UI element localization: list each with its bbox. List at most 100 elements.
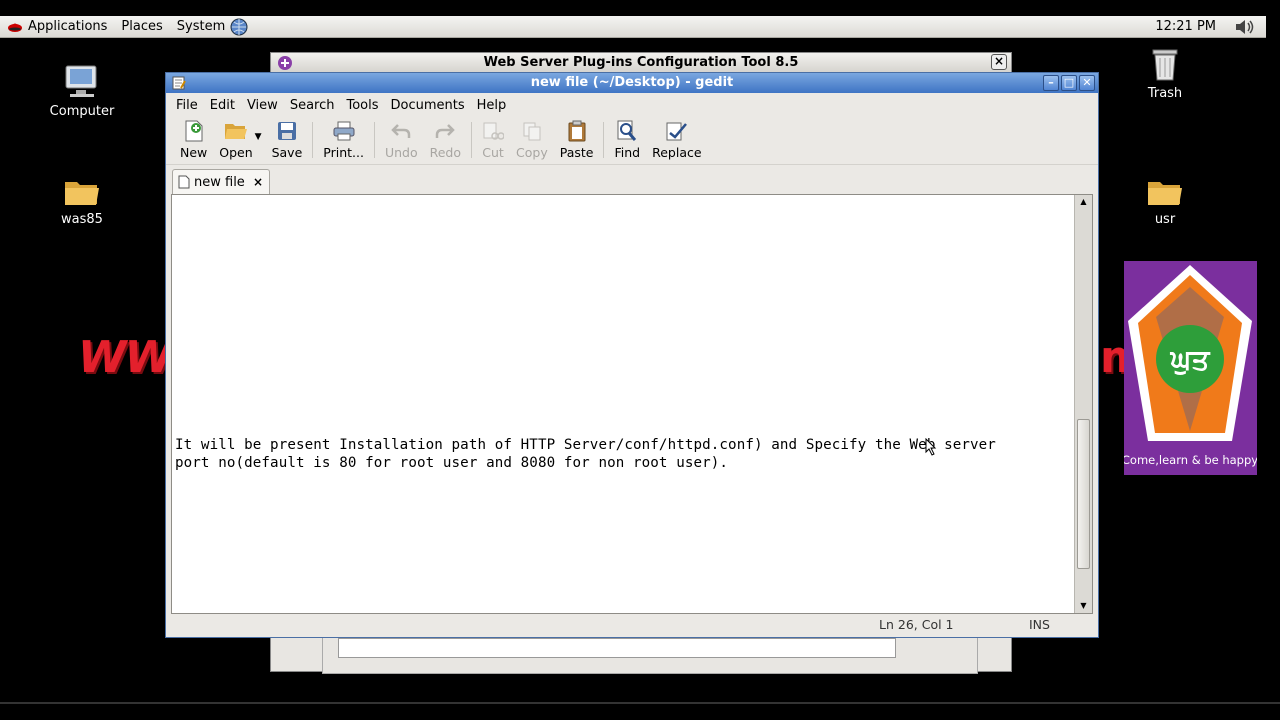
- open-button[interactable]: Open: [213, 119, 258, 160]
- menu-help[interactable]: Help: [471, 98, 513, 113]
- copy-button[interactable]: Copy: [510, 119, 554, 160]
- undo-icon: [391, 124, 411, 138]
- plugin-config-lower-panel: [322, 636, 978, 674]
- redo-button[interactable]: Redo: [424, 119, 467, 160]
- system-label: System: [176, 19, 226, 34]
- insert-mode: INS: [1029, 617, 1050, 632]
- redo-icon: [436, 124, 456, 138]
- applications-menu[interactable]: Applications: [0, 16, 114, 38]
- replace-label: Replace: [652, 145, 702, 160]
- plugin-config-close-button[interactable]: ×: [991, 54, 1007, 70]
- save-button[interactable]: Save: [266, 119, 309, 160]
- copy-icon: [523, 122, 541, 141]
- cut-label: Cut: [482, 145, 504, 160]
- desktop-icon-label: usr: [1154, 212, 1176, 227]
- print-button[interactable]: Print...: [317, 119, 370, 160]
- find-icon: [617, 120, 637, 141]
- editor-frame: It will be present Installation path of …: [171, 194, 1093, 614]
- desktop-icon-computer[interactable]: Computer: [37, 64, 127, 119]
- desktop-icon-label: Trash: [1147, 86, 1183, 101]
- open-label: Open: [219, 145, 253, 160]
- trash-icon: [1152, 49, 1178, 81]
- menu-edit[interactable]: Edit: [204, 98, 241, 113]
- tab-new-file[interactable]: new file ×: [172, 169, 270, 194]
- document-icon: [178, 175, 190, 189]
- system-menu[interactable]: System: [170, 16, 255, 38]
- gedit-icon: [172, 76, 186, 90]
- logo-letters: ਘੁਤ: [1170, 343, 1211, 376]
- plugin-config-title: Web Server Plug-ins Configuration Tool 8…: [483, 55, 799, 70]
- bottom-edge: [0, 702, 1280, 704]
- menu-file[interactable]: File: [170, 98, 204, 113]
- replace-button[interactable]: Replace: [646, 119, 707, 160]
- desktop-icon-label: Computer: [49, 104, 115, 119]
- open-recent-dropdown[interactable]: ▼: [255, 132, 262, 142]
- toolbar: New Open ▼ Save Print... Undo Redo Cut C…: [166, 117, 1098, 165]
- maximize-button[interactable]: □: [1061, 75, 1077, 91]
- desktop-icon-trash[interactable]: Trash: [1120, 46, 1210, 101]
- plugin-config-input[interactable]: [338, 638, 896, 658]
- config-tool-icon: [278, 56, 292, 70]
- folder-icon: [1148, 182, 1182, 205]
- paste-label: Paste: [559, 145, 594, 160]
- applications-label: Applications: [28, 19, 108, 34]
- menu-view[interactable]: View: [241, 98, 284, 113]
- mouse-pointer-icon: [925, 438, 937, 456]
- desktop-icon-label: was85: [61, 212, 103, 227]
- places-label: Places: [121, 19, 163, 34]
- vertical-scrollbar[interactable]: ▲ ▼: [1074, 195, 1092, 613]
- editor-line: port no(default is 80 for root user and …: [175, 455, 729, 471]
- plugin-config-titlebar[interactable]: Web Server Plug-ins Configuration Tool 8…: [271, 53, 1011, 73]
- redhat-icon: [8, 23, 22, 32]
- scrollbar-thumb[interactable]: [1077, 419, 1090, 569]
- tab-bar: new file ×: [166, 165, 1098, 194]
- undo-label: Undo: [384, 145, 418, 160]
- clock[interactable]: 12:21 PM: [1155, 16, 1216, 38]
- status-bar: Ln 26, Col 1 INS: [166, 613, 1098, 637]
- places-menu[interactable]: Places: [114, 16, 169, 38]
- printer-icon: [333, 121, 355, 141]
- toolbar-separator: [373, 122, 375, 158]
- open-folder-icon: [224, 124, 247, 139]
- scroll-up-arrow-icon[interactable]: ▲: [1075, 195, 1092, 209]
- watermark-left: WW: [78, 332, 173, 383]
- toolbar-separator: [471, 122, 473, 158]
- cut-button[interactable]: Cut: [476, 119, 510, 160]
- copy-label: Copy: [516, 145, 548, 160]
- scroll-down-arrow-icon[interactable]: ▼: [1075, 599, 1092, 613]
- channel-logo: ਘੁਤ Come,learn & be happy: [1124, 261, 1257, 475]
- replace-icon: [666, 122, 687, 141]
- desktop-icon-was85[interactable]: was85: [37, 176, 127, 227]
- new-document-icon: [185, 120, 203, 142]
- gedit-title: new file (~/Desktop) - gedit: [530, 75, 734, 90]
- folder-icon: [65, 182, 99, 205]
- desktop-icon-usr[interactable]: usr: [1120, 176, 1210, 227]
- close-button[interactable]: ✕: [1079, 75, 1095, 91]
- find-label: Find: [614, 145, 641, 160]
- save-icon: [277, 122, 296, 140]
- menu-tools[interactable]: Tools: [340, 98, 384, 113]
- find-button[interactable]: Find: [608, 119, 646, 160]
- text-editor[interactable]: It will be present Installation path of …: [172, 195, 1074, 613]
- minimize-button[interactable]: –: [1043, 75, 1059, 91]
- menu-search[interactable]: Search: [284, 98, 341, 113]
- globe-icon[interactable]: [230, 18, 248, 36]
- toolbar-separator: [603, 122, 605, 158]
- cut-icon: [483, 122, 505, 140]
- tab-close-icon[interactable]: ×: [253, 175, 263, 189]
- volume-icon[interactable]: [1234, 18, 1256, 36]
- new-button[interactable]: New: [174, 119, 213, 160]
- computer-icon: [65, 65, 97, 97]
- toolbar-separator: [312, 122, 314, 158]
- undo-button[interactable]: Undo: [379, 119, 424, 160]
- menu-documents[interactable]: Documents: [385, 98, 471, 113]
- redo-label: Redo: [429, 145, 462, 160]
- gedit-window: new file (~/Desktop) - gedit – □ ✕ File …: [165, 72, 1099, 638]
- menubar: File Edit View Search Tools Documents He…: [166, 93, 1098, 117]
- top-panel: Applications Places System 12:21 PM: [0, 16, 1266, 38]
- print-label: Print...: [323, 145, 364, 160]
- logo-tagline: Come,learn & be happy: [1124, 453, 1257, 467]
- gedit-titlebar[interactable]: new file (~/Desktop) - gedit – □ ✕: [166, 73, 1098, 93]
- tab-label: new file: [194, 174, 245, 190]
- paste-button[interactable]: Paste: [554, 119, 600, 160]
